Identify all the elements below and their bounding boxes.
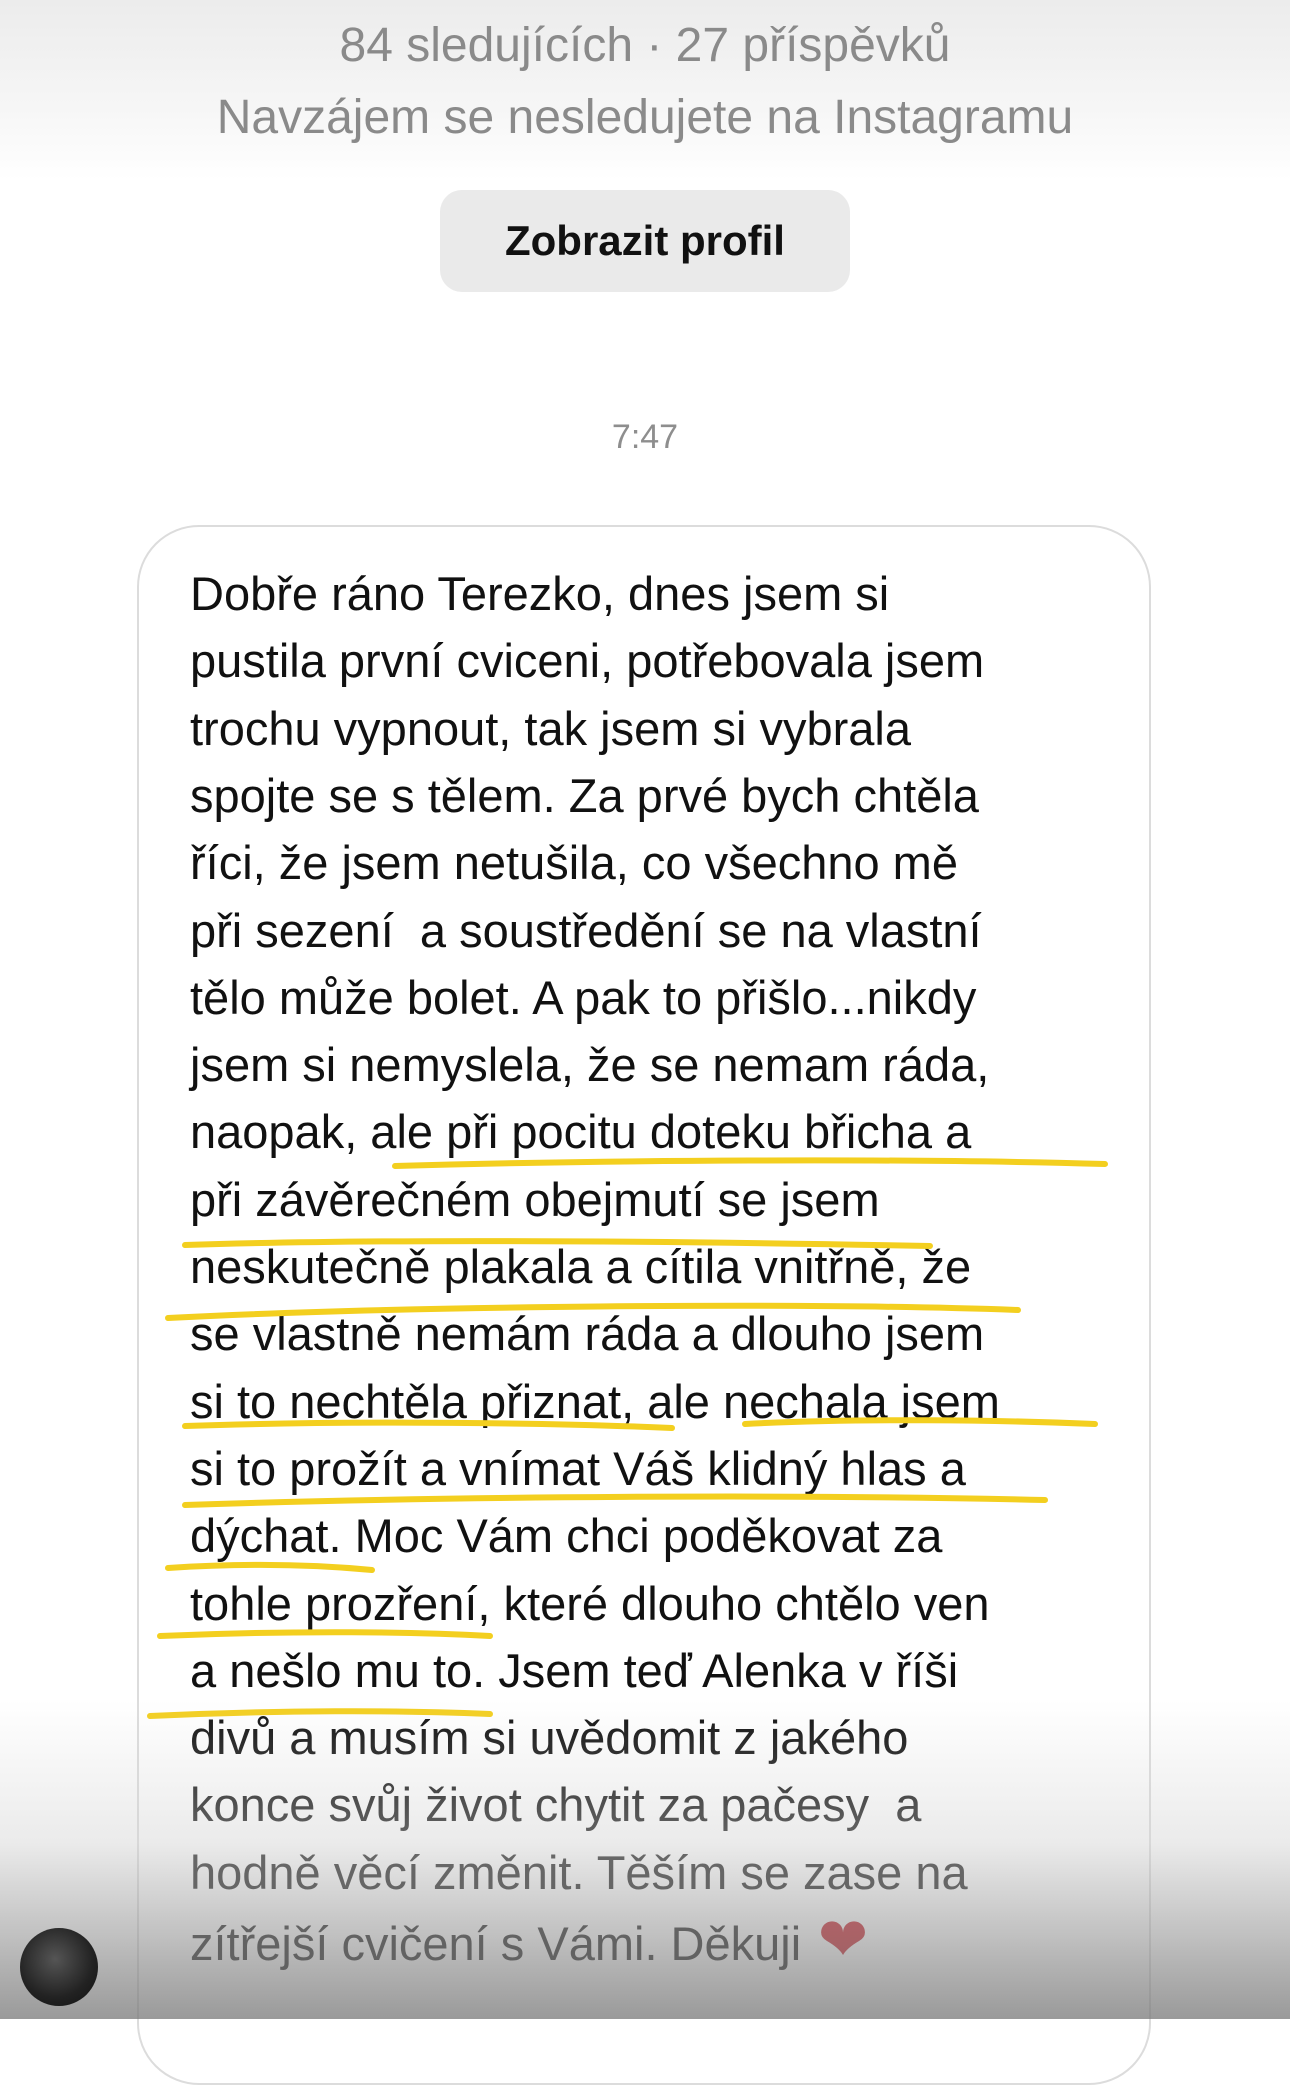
highlight-stroke [182, 1419, 675, 1431]
highlight-stroke [742, 1417, 1098, 1427]
highlight-underlines [147, 1157, 1108, 1719]
highlight-stroke [182, 1238, 933, 1249]
highlight-stroke [182, 1493, 1048, 1508]
avatar[interactable] [20, 1928, 98, 2006]
highlight-stroke [165, 1302, 1021, 1321]
highlight-stroke [392, 1157, 1108, 1169]
highlight-stroke [165, 1561, 375, 1573]
highlight-stroke [147, 1708, 493, 1719]
highlight-stroke [157, 1629, 493, 1639]
